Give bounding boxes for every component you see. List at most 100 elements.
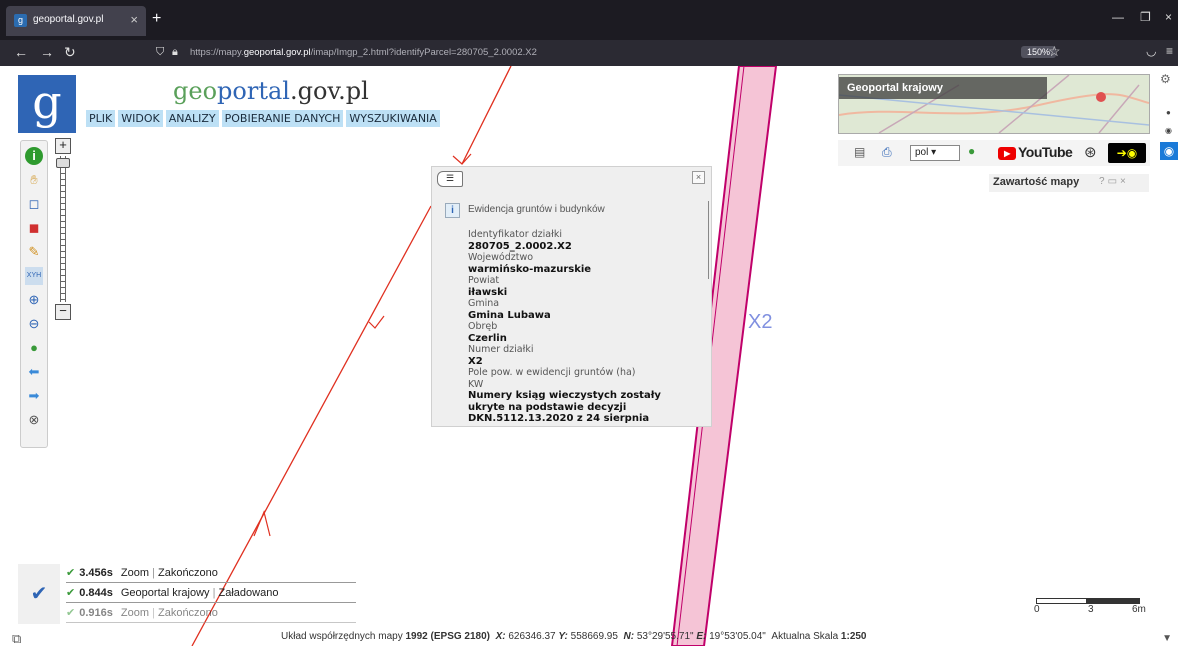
coord-y-value: 558669.95 [570,631,618,642]
maximize-icon[interactable]: ❐ [1140,10,1151,24]
language-select[interactable]: pol ▾ [910,145,960,161]
menu-item-wyszukiwania[interactable]: WYSZUKIWANIA [346,110,440,127]
reload-icon[interactable]: ↻ [64,44,76,61]
status-check-icon[interactable]: ✔ [18,564,60,624]
dot-icon: ● [1166,108,1171,117]
contents-help-icon[interactable]: ? [1099,176,1108,187]
coord-e-label: E: [696,631,707,642]
coord-x-label: X: [495,631,506,642]
info-badge-icon: i [445,203,460,218]
window-close-icon[interactable]: × [1165,10,1172,24]
info-icon[interactable]: i [25,147,43,165]
youtube-link[interactable]: ▶ YouTube [998,144,1073,160]
shield-icon[interactable]: ⛉ [156,46,164,59]
pocket-icon[interactable]: ◡ [1146,44,1156,58]
high-contrast-eye-icon[interactable]: ➔◉ [1108,143,1146,163]
bookmark-star-icon[interactable]: ☆ [1048,43,1061,60]
popup-close-icon[interactable]: × [692,171,705,184]
status-time: 0.916s [79,607,113,619]
accessibility-icon[interactable]: ⊛ [1084,143,1097,161]
scale-readout-value: 1:250 [840,631,867,642]
status-state: Załadowano [218,587,279,599]
brand-suffix: .gov.pl [289,77,369,105]
field-label: Identyfikator działki [468,229,562,240]
menu-item-widok[interactable]: WIDOK [118,110,163,127]
minimize-icon[interactable]: — [1112,10,1124,24]
collapse-arrow-icon[interactable]: ▼ [1162,630,1172,648]
coord-n-label: N: [623,631,635,642]
zoom-minus-button[interactable]: − [55,304,71,320]
tab-close-icon[interactable]: × [130,12,138,27]
settings-gears-icon[interactable]: ⚙ [1160,72,1171,86]
scale-label: 3 [1088,604,1094,615]
select-rectangle-icon[interactable]: ◻︎ [25,195,43,213]
right-side-strip: ⚙ ● ◉ ◉ [1158,68,1178,168]
field-value: X2 [468,355,483,367]
coord-y-label: Y: [558,631,568,642]
pan-hand-icon[interactable]: ✋︎ [25,171,43,189]
status-log: ✔ ✔ 3.456s Zoom | Zakończono ✔ 0.844s Geopor… [18,564,356,624]
menu-item-plik[interactable]: PLIK [86,110,116,127]
lock-icon: 🔒︎ [172,46,178,58]
status-time: 0.844s [79,587,113,599]
direction-arrow-1 [452,153,472,165]
eye-toggle-icon[interactable]: ◉ [1160,142,1178,160]
coord-system-value: 1992 (EPSG 2180) [405,631,491,642]
popup-fields: Identyfikator działki 280705_2.0002.X2 W… [468,229,703,426]
status-time: 3.456s [79,567,113,579]
popup-scrollbar[interactable] [708,201,709,279]
coord-n-value: 53°29'55.71" [636,631,694,642]
url-path: /imap/Imgp_2.html?identifyParcel=280705_… [310,47,537,58]
legend-icon[interactable]: ▤ [854,145,865,159]
overview-map[interactable]: Geoportal krajowy [838,74,1150,134]
menu-item-analizy[interactable]: ANALIZY [165,110,219,127]
site-brand: geoportal.gov.pl [173,77,369,105]
main-menu: PLIK WIDOK ANALIZY POBIERANIE DANYCH WYS… [86,110,440,127]
zoom-slider[interactable]: + − [52,138,72,324]
popup-list-icon[interactable]: ☰ [437,171,463,187]
globe-icon[interactable]: ● [25,339,43,357]
map-contents-panel[interactable]: Zawartość mapy ?▭× [989,174,1149,192]
help-icon[interactable]: ● [968,144,975,158]
row-tick-icon: ✔ [66,567,76,579]
new-tab-button[interactable]: + [152,10,161,28]
row-tick-icon: ✔ [66,607,76,619]
popup-title: Ewidencja gruntów i budynków [468,204,605,215]
zoom-plus-button[interactable]: + [55,138,71,154]
back-icon[interactable]: ← [14,44,28,60]
forward-icon[interactable]: → [40,44,54,60]
field-value: warmińsko-mazurskie [468,263,592,275]
zoom-knob[interactable] [56,158,70,168]
print-icon[interactable]: ⎙ [882,145,892,160]
field-label: KW [468,378,484,390]
field-label: Numer działki [468,344,534,355]
field-label: Powiat [468,275,500,286]
deselect-rectangle-icon[interactable]: ◼︎ [25,219,43,237]
zoom-rail[interactable] [60,156,66,302]
field-value: iławski [468,286,508,298]
coordinate-bar: ⧉ Układ współrzędnych mapy 1992 (EPSG 21… [6,628,1178,646]
field-label: Gmina [468,298,500,309]
brand-g: g [173,77,189,105]
expand-corner-icon[interactable]: ⧉ [12,630,21,648]
coordinate-readout: Układ współrzędnych mapy 1992 (EPSG 2180… [281,628,867,646]
xyh-icon[interactable]: XYH [25,267,43,285]
back-view-icon[interactable]: ⬅ [25,363,43,381]
geoportal-page: X2 g geoportal.gov.pl PLIK WIDOK ANALIZY… [6,66,1178,646]
forward-view-icon[interactable]: ➡ [25,387,43,405]
pencil-icon[interactable]: ✎ [25,243,43,261]
url-field[interactable]: https://mapy.geoportal.gov.pl/imap/Imgp_… [190,47,537,58]
zoom-out-icon[interactable]: ⊖ [25,315,43,333]
brand-eo: eo [188,77,218,105]
contents-controls[interactable]: ?▭× [1099,176,1129,187]
clear-icon[interactable]: ⊗ [25,411,43,429]
geoportal-logo[interactable]: g [18,75,76,133]
browser-tab-strip: g geoportal.gov.pl × + — ❐ × [0,0,1178,40]
hamburger-menu-icon[interactable]: ≡ [1166,44,1173,58]
contents-title: Zawartość mapy [993,176,1080,188]
circle-icon: ◉ [1165,126,1172,135]
brand-portal: portal [217,77,290,105]
menu-item-pobieranie[interactable]: POBIERANIE DANYCH [221,110,344,127]
browser-tab[interactable]: g geoportal.gov.pl × [6,6,146,36]
zoom-in-icon[interactable]: ⊕ [25,291,43,309]
